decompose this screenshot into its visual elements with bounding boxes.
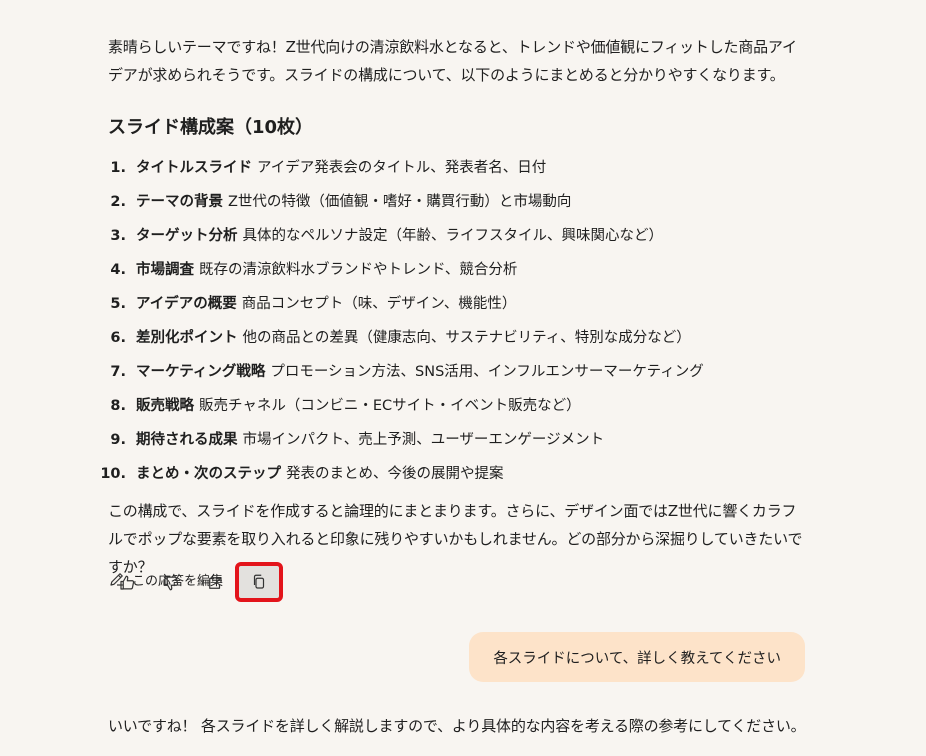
list-item-desc: 販売チャネル（コンビニ・ECサイト・イベント販売など） bbox=[199, 398, 581, 414]
thumbs-up-icon bbox=[120, 575, 135, 590]
thumbs-down-icon bbox=[164, 576, 179, 591]
chat-thread: 素晴らしいテーマですね！Z世代向けの清涼飲料水となると、トレンドや価値観にフィッ… bbox=[0, 0, 926, 756]
list-item: 6. 差別化ポイント 他の商品との差異（健康志向、サステナビリティ、特別な成分な… bbox=[100, 324, 704, 358]
list-item-desc: 既存の清涼飲料水ブランドやトレンド、競合分析 bbox=[199, 262, 518, 278]
list-item-desc: 具体的なペルソナ設定（年齢、ライフスタイル、興味関心など） bbox=[242, 228, 664, 244]
list-item-title: 市場調査 bbox=[136, 262, 194, 278]
list-item-desc: 発表のまとめ、今後の展開や提案 bbox=[286, 466, 504, 482]
slide-outline-list: 1. タイトルスライド アイデア発表会のタイトル、発表者名、日付 2. テーマの… bbox=[100, 154, 704, 494]
list-item-number: 5. bbox=[110, 296, 126, 312]
list-item-title: まとめ・次のステップ bbox=[136, 466, 281, 482]
list-item-number: 7. bbox=[110, 364, 126, 380]
user-message-text: 各スライドについて、詳しく教えてください bbox=[493, 650, 781, 667]
list-item-title: 期待される成果 bbox=[136, 432, 238, 448]
list-item-title: タイトルスライド bbox=[136, 160, 252, 176]
list-item-desc: 市場インパクト、売上予測、ユーザーエンゲージメント bbox=[242, 432, 605, 448]
list-item-number: 6. bbox=[110, 330, 126, 346]
list-item: 9. 期待される成果 市場インパクト、売上予測、ユーザーエンゲージメント bbox=[100, 426, 704, 460]
list-item-number: 3. bbox=[110, 228, 126, 244]
list-item-title: テーマの背景 bbox=[136, 194, 223, 210]
list-item: 5. アイデアの概要 商品コンセプト（味、デザイン、機能性） bbox=[100, 290, 704, 324]
list-item-title: ターゲット分析 bbox=[136, 228, 238, 244]
list-item-title: 差別化ポイント bbox=[136, 330, 238, 346]
list-item-title: マーケティング戦略 bbox=[136, 364, 266, 380]
list-item: 4. 市場調査 既存の清涼飲料水ブランドやトレンド、競合分析 bbox=[100, 256, 704, 290]
share-button[interactable] bbox=[198, 566, 232, 600]
user-message-bubble: 各スライドについて、詳しく教えてください bbox=[469, 632, 805, 682]
list-item-desc: Z世代の特徴（価値観・嗜好・購買行動）と市場動向 bbox=[228, 194, 572, 210]
message-action-bar: この応答を編集 bbox=[108, 562, 508, 602]
slide-outline-heading: スライド構成案（10枚） bbox=[108, 117, 314, 138]
list-item-number: 2. bbox=[110, 194, 126, 210]
share-icon bbox=[209, 577, 222, 589]
list-item-desc: 他の商品との差異（健康志向、サステナビリティ、特別な成分など） bbox=[242, 330, 691, 346]
list-item-desc: アイデア発表会のタイトル、発表者名、日付 bbox=[257, 160, 547, 176]
list-item-number: 1. bbox=[110, 160, 126, 176]
list-item: 3. ターゲット分析 具体的なペルソナ設定（年齢、ライフスタイル、興味関心など） bbox=[100, 222, 704, 256]
list-item-number: 4. bbox=[110, 262, 126, 278]
dislike-button[interactable] bbox=[154, 566, 188, 600]
list-item-desc: 商品コンセプト（味、デザイン、機能性） bbox=[241, 296, 517, 312]
copy-icon bbox=[253, 574, 265, 589]
list-item-desc: プロモーション方法、SNS活用、インフルエンサーマーケティング bbox=[270, 364, 704, 380]
list-item-number: 8. bbox=[110, 398, 126, 414]
assistant-reply-text: いいですね！ 各スライドを詳しく解説しますので、より具体的な内容を考える際の参考… bbox=[108, 717, 806, 735]
list-item-number: 10. bbox=[100, 466, 126, 482]
list-item: 7. マーケティング戦略 プロモーション方法、SNS活用、インフルエンサーマーケ… bbox=[100, 358, 704, 392]
list-item-title: アイデアの概要 bbox=[136, 296, 237, 312]
like-button[interactable] bbox=[110, 566, 144, 600]
list-item-number: 9. bbox=[110, 432, 126, 448]
list-item: 2. テーマの背景 Z世代の特徴（価値観・嗜好・購買行動）と市場動向 bbox=[100, 188, 704, 222]
list-item: 8. 販売戦略 販売チャネル（コンビニ・ECサイト・イベント販売など） bbox=[100, 392, 704, 426]
copy-button[interactable] bbox=[235, 562, 283, 602]
list-item: 10. まとめ・次のステップ 発表のまとめ、今後の展開や提案 bbox=[100, 460, 704, 494]
list-item: 1. タイトルスライド アイデア発表会のタイトル、発表者名、日付 bbox=[100, 154, 704, 188]
assistant-intro-text: 素晴らしいテーマですね！Z世代向けの清涼飲料水となると、トレンドや価値観にフィッ… bbox=[108, 38, 797, 84]
list-item-title: 販売戦略 bbox=[136, 398, 194, 414]
